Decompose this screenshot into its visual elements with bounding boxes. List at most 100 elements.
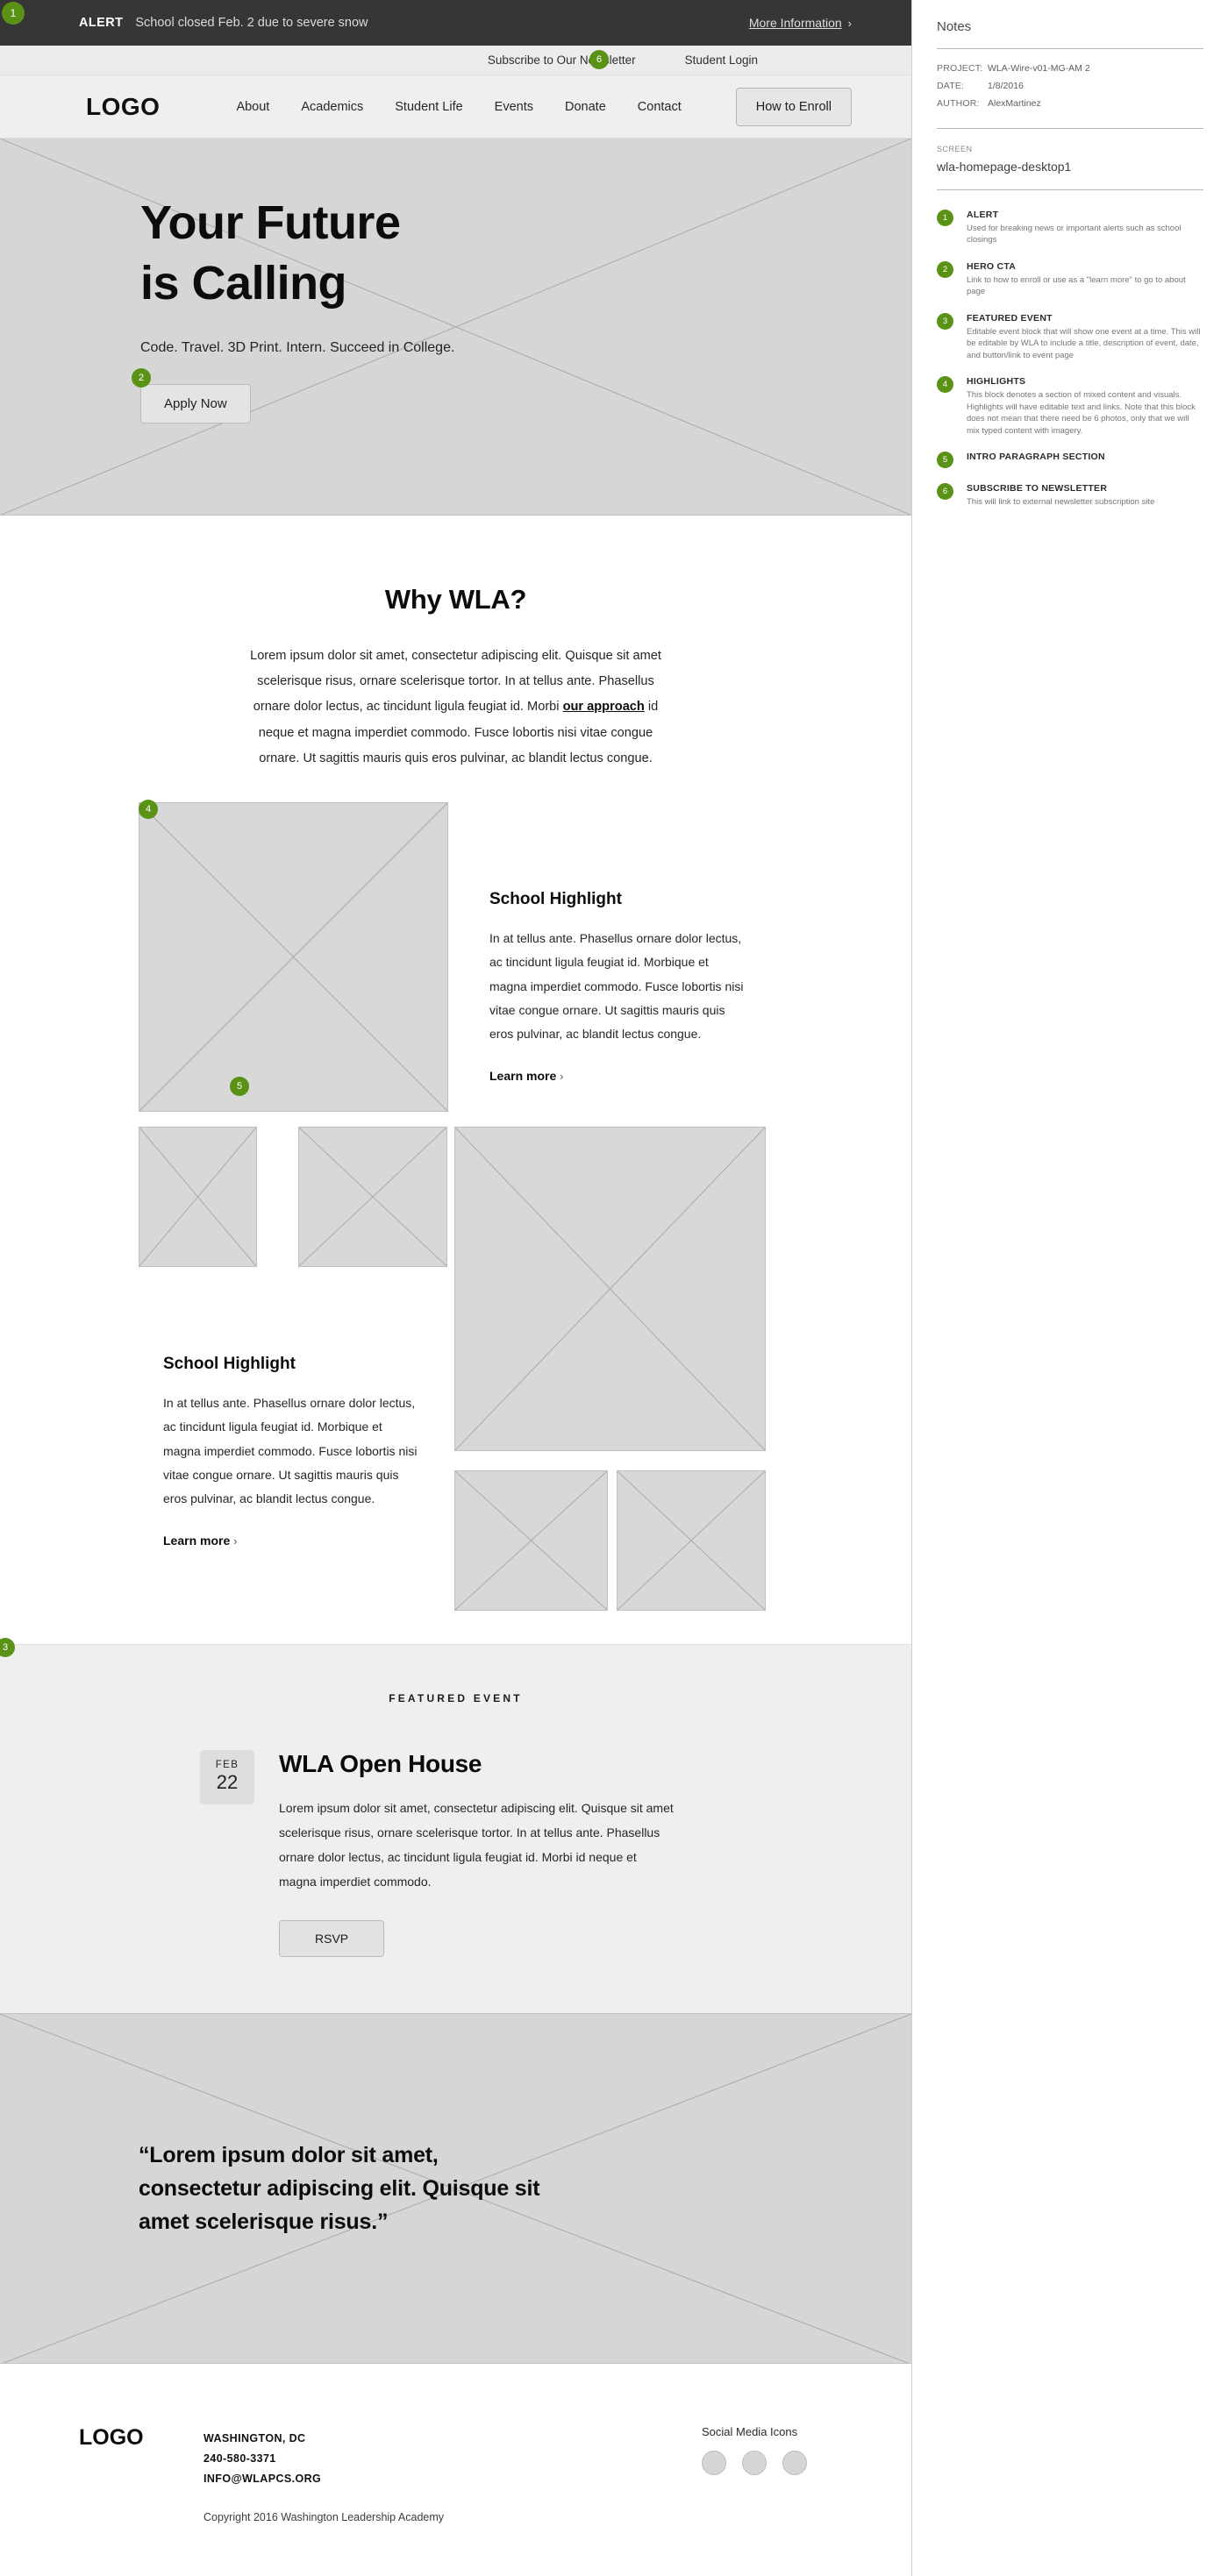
meta-value-author: AlexMartinez (988, 98, 1041, 109)
rsvp-button[interactable]: RSVP (279, 1919, 385, 1957)
nav-link-academics[interactable]: Academics (301, 100, 363, 114)
note-heading-6: SUBSCRIBE TO NEWSLETTER (967, 483, 1108, 495)
note-item: 5 INTRO PARAGRAPH SECTION (937, 452, 1203, 469)
screen-label: SCREEN (937, 145, 973, 153)
highlight-1-learn-more-link[interactable]: Learn more › (489, 1069, 744, 1083)
highlights-section: 4 School Highlight In at tellus ante. Ph… (0, 799, 911, 1644)
nav-link-donate[interactable]: Donate (565, 100, 606, 114)
marker-3-featured-event: 3 (0, 1637, 15, 1657)
note-heading-3: FEATURED EVENT (967, 312, 1053, 324)
nav-link-events[interactable]: Events (495, 100, 533, 114)
event-date-chip: FEB 22 (200, 1749, 254, 1804)
site-logo[interactable]: LOGO (86, 93, 160, 121)
highlight-2-learn-more-link[interactable]: Learn more › (163, 1534, 418, 1548)
note-body-4: This block denotes a section of mixed co… (967, 390, 1196, 436)
nav-link-contact[interactable]: Contact (638, 100, 682, 114)
meta-key-author: AUTHOR: (937, 98, 980, 109)
social-icon-1[interactable] (702, 2450, 726, 2475)
apply-now-button[interactable]: Apply Now (140, 384, 251, 424)
notes-list: 1 ALERT Used for breaking news or import… (937, 210, 1203, 509)
highlight-image-1[interactable] (139, 801, 448, 1112)
meta-value-date: 1/8/2016 (988, 81, 1024, 91)
event-date-month: FEB (215, 1760, 239, 1771)
event-body: Lorem ipsum dolor sit amet, consectetur … (279, 1800, 674, 1889)
hero-subtitle: Code. Travel. 3D Print. Intern. Succeed … (140, 340, 455, 356)
highlight-text-1: School Highlight In at tellus ante. Phas… (489, 890, 744, 1083)
highlight-image-4[interactable] (454, 1126, 766, 1451)
note-item: 4 HIGHLIGHTS This block denotes a sectio… (937, 376, 1203, 437)
quote-text: “Lorem ipsum dolor sit amet, consectetur… (139, 2142, 540, 2234)
event-title: WLA Open House (279, 1749, 482, 1777)
meta-row-project: PROJECT: WLA-Wire-v01-MG-AM 2 (937, 63, 1203, 74)
marker-4-highlights: 4 (139, 799, 158, 819)
note-heading-5: INTRO PARAGRAPH SECTION (967, 452, 1105, 463)
social-media-row (702, 2450, 807, 2475)
social-media-label: Social Media Icons (702, 2424, 798, 2438)
main-navigation: LOGO About Academics Student Life Events… (0, 75, 911, 139)
hero-title-line-2: is Calling (140, 257, 347, 310)
meta-row-date: DATE: 1/8/2016 (937, 81, 1203, 91)
highlight-image-2[interactable] (139, 1126, 257, 1267)
meta-key-project: PROJECT: (937, 63, 983, 74)
note-badge-1: 1 (937, 210, 953, 226)
marker-6-newsletter: 6 (589, 50, 609, 69)
nav-link-about[interactable]: About (236, 100, 269, 114)
placeholder-cross-icon (454, 1470, 608, 1611)
featured-event-kicker: FEATURED EVENT (389, 1691, 523, 1704)
nav-link-student-life[interactable]: Student Life (395, 100, 462, 114)
placeholder-cross-icon (139, 1127, 257, 1267)
highlight-2-heading: School Highlight (163, 1354, 296, 1373)
placeholder-cross-icon (139, 802, 448, 1112)
site-footer: LOGO WASHINGTON, DC 240-580-3371 INFO@WL… (0, 2363, 911, 2572)
footer-phone[interactable]: 240-580-3371 (203, 2449, 321, 2469)
our-approach-link[interactable]: our approach (563, 700, 645, 714)
note-badge-2: 2 (937, 260, 953, 278)
marker-1-alert: 1 (2, 2, 25, 25)
alert-more-information-link[interactable]: More Information › (749, 16, 852, 30)
chevron-right-icon: › (233, 1534, 238, 1548)
hero-placeholder-cross-icon (0, 139, 911, 515)
why-wla-heading: Why WLA? (384, 584, 527, 615)
highlight-image-5[interactable] (454, 1469, 608, 1611)
alert-label: ALERT (79, 16, 124, 30)
meta-key-date: DATE: (937, 81, 965, 91)
wireframe-page: 1 ALERT School closed Feb. 2 due to seve… (0, 0, 912, 2576)
note-item: 3 FEATURED EVENT Editable event block th… (937, 312, 1203, 361)
note-badge-3: 3 (937, 312, 953, 330)
footer-email[interactable]: INFO@WLAPCS.ORG (203, 2469, 321, 2489)
social-icon-3[interactable] (782, 2450, 807, 2475)
footer-logo[interactable]: LOGO (79, 2425, 144, 2451)
placeholder-cross-icon (617, 1470, 766, 1611)
note-heading-4: HIGHLIGHTS (967, 376, 1026, 388)
highlight-image-6[interactable] (617, 1469, 766, 1611)
how-to-enroll-button[interactable]: How to Enroll (735, 87, 852, 126)
featured-event-row: FEB 22 WLA Open House Lorem ipsum dolor … (0, 1749, 911, 1957)
intro-paragraph-section: 5 Why WLA? Lorem ipsum dolor sit amet, c… (0, 516, 911, 1096)
highlight-text-2: School Highlight In at tellus ante. Phas… (163, 1355, 418, 1548)
divider (937, 189, 1203, 190)
note-item: 6 SUBSCRIBE TO NEWSLETTER This will link… (937, 483, 1203, 508)
chevron-right-icon: › (560, 1070, 564, 1084)
nav-links: About Academics Student Life Events Dona… (236, 87, 852, 126)
newsletter-link[interactable]: Subscribe to Our Newsletter (488, 53, 636, 67)
alert-more-information-label: More Information (748, 16, 842, 30)
utility-bar: 6 Subscribe to Our Newsletter Student Lo… (0, 46, 911, 75)
notes-panel: Notes PROJECT: WLA-Wire-v01-MG-AM 2 DATE… (912, 0, 1228, 2576)
marker-5-intro: 5 (230, 1077, 249, 1096)
notes-panel-title: Notes (937, 19, 972, 34)
student-login-link[interactable]: Student Login (685, 53, 758, 67)
why-wla-body: Lorem ipsum dolor sit amet, consectetur … (250, 644, 662, 772)
placeholder-cross-icon (454, 1127, 766, 1451)
divider (937, 128, 1203, 129)
note-heading-2: HERO CTA (967, 260, 1017, 272)
notes-meta: PROJECT: WLA-Wire-v01-MG-AM 2 DATE: 1/8/… (937, 63, 1203, 109)
chevron-right-icon: › (847, 16, 852, 30)
social-icon-2[interactable] (742, 2450, 767, 2475)
highlight-2-learn-more-label: Learn more (163, 1534, 231, 1548)
footer-copyright: Copyright 2016 Washington Leadership Aca… (203, 2510, 445, 2523)
hero-title-line-1: Your Future (140, 196, 401, 249)
note-badge-4: 4 (937, 376, 953, 394)
event-date-day: 22 (216, 1771, 239, 1794)
highlight-image-3[interactable] (298, 1126, 447, 1267)
note-item: 2 HERO CTA Link to how to enroll or use … (937, 260, 1203, 298)
